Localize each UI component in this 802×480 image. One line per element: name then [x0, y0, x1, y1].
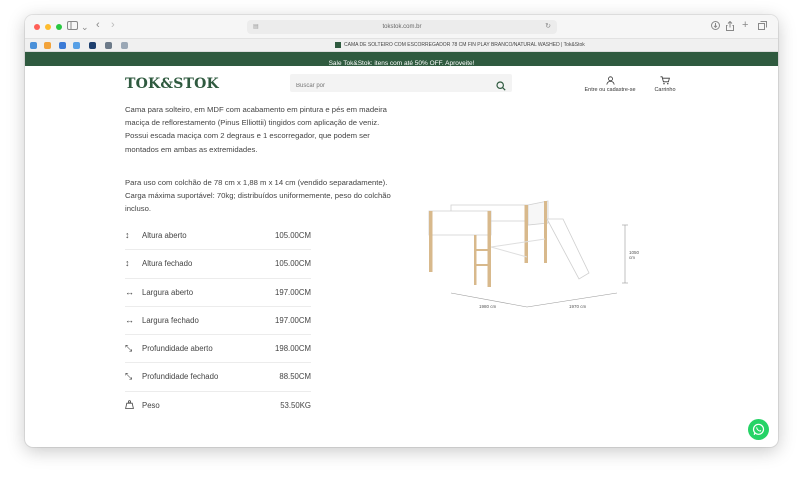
spec-row: ↕ Altura aberto 105.00CM — [125, 222, 311, 251]
bed-illustration — [428, 200, 628, 308]
spec-label: Altura fechado — [142, 259, 193, 269]
user-icon — [577, 76, 643, 85]
cart-label: Carrinho — [654, 87, 676, 93]
product-description-2: Para uso com colchão de 78 cm x 1,88 m x… — [125, 178, 391, 214]
favorite-icon[interactable] — [59, 42, 66, 49]
horizontal-arrows-icon: ↔ — [125, 286, 134, 297]
favorite-icon[interactable] — [105, 42, 112, 49]
address-bar[interactable]: ▤ tokstok.com.br ↻ — [247, 20, 557, 34]
promo-banner: Sale Tok&Stok: itens com até 50% OFF. Ap… — [25, 52, 778, 67]
favorite-icon[interactable] — [44, 42, 51, 49]
tokstok-favicon — [335, 41, 341, 48]
spec-label: Largura aberto — [142, 287, 194, 297]
zoom-window-button[interactable] — [56, 24, 62, 30]
active-tab[interactable]: CAMA DE SOLTEIRO COM ESCORREGADOR 78 CM … — [335, 39, 585, 52]
product-dimension-drawing: 1050 cm 1980 cm 1970 cm — [423, 195, 639, 315]
cart-icon — [649, 76, 681, 85]
back-icon[interactable]: ‹ — [96, 19, 100, 31]
spec-value: 88.50CM — [279, 372, 311, 382]
account-label: Entre ou cadastre-se — [584, 87, 636, 93]
cart-link[interactable]: Carrinho — [649, 76, 681, 93]
spec-value: 197.00CM — [275, 287, 311, 297]
favorite-icon[interactable] — [89, 42, 96, 49]
search-icon[interactable] — [496, 78, 506, 96]
diagonal-arrows-icon: ⤡ — [125, 343, 133, 354]
close-window-button[interactable] — [34, 24, 40, 30]
spec-value: 198.00CM — [275, 344, 311, 354]
product-description-1: Cama para solteiro, em MDF com acabament… — [125, 105, 387, 154]
new-tab-icon[interactable]: + — [742, 19, 748, 31]
search-bar — [290, 74, 512, 95]
weight-icon — [125, 400, 135, 411]
spec-label: Peso — [142, 400, 160, 410]
favorite-icon[interactable] — [73, 42, 80, 49]
site-header: TOK&STOK Entre ou cadastre-se Carrinho — [25, 66, 778, 104]
spec-row: ↕ Altura fechado 105.00CM — [125, 250, 311, 279]
spec-row: Peso 53.50KG — [125, 392, 311, 420]
spec-label: Altura aberto — [142, 231, 187, 240]
spec-label: Profundidade fechado — [142, 372, 219, 382]
spec-row: ⤡ Profundidade aberto 198.00CM — [125, 335, 311, 364]
search-input[interactable] — [290, 77, 480, 95]
spec-label: Profundidade aberto — [142, 344, 213, 354]
account-link[interactable]: Entre ou cadastre-se — [577, 76, 643, 93]
reload-icon[interactable]: ↻ — [545, 20, 551, 34]
chevron-down-icon[interactable]: ⌄ — [81, 21, 89, 33]
minimize-window-button[interactable] — [45, 24, 51, 30]
browser-toolbar: ⌄ ‹ › ▤ tokstok.com.br ↻ + — [25, 15, 778, 39]
spec-value: 53.50KG — [280, 400, 311, 410]
window-controls — [34, 24, 62, 30]
height-dimension-label: 1050 cm — [629, 250, 640, 260]
spec-value: 105.00CM — [275, 259, 311, 269]
spec-value: 197.00CM — [275, 315, 311, 325]
share-icon[interactable] — [726, 20, 734, 34]
url-text: tokstok.com.br — [382, 24, 422, 30]
favorite-icon[interactable] — [121, 42, 128, 49]
vertical-arrows-icon: ↕ — [125, 230, 130, 240]
tokstok-logo[interactable]: TOK&STOK — [125, 76, 219, 92]
tab-title-text: CAMA DE SOLTEIRO COM ESCORREGADOR 78 CM … — [344, 42, 585, 48]
forward-icon[interactable]: › — [111, 19, 115, 31]
sidebar-icon[interactable] — [67, 21, 78, 33]
download-icon[interactable] — [711, 21, 720, 33]
spec-row: ↔ Largura fechado 197.00CM — [125, 307, 311, 336]
browser-window: ⌄ ‹ › ▤ tokstok.com.br ↻ + CAMA DE SOLTE… — [25, 15, 778, 447]
depth-dimension-label: 1970 cm — [569, 304, 587, 309]
horizontal-arrows-icon: ↔ — [125, 314, 134, 325]
diagonal-arrows-icon: ⤡ — [125, 371, 133, 382]
page-settings-icon[interactable]: ▤ — [253, 20, 259, 34]
whatsapp-icon — [752, 423, 765, 435]
spec-label: Largura fechado — [142, 315, 199, 325]
whatsapp-button[interactable] — [748, 419, 769, 440]
spec-row: ⤡ Profundidade fechado 88.50CM — [125, 363, 311, 392]
spec-row: ↔ Largura aberto 197.00CM — [125, 279, 311, 307]
width-dimension-label: 1980 cm — [479, 304, 497, 309]
vertical-arrows-icon: ↕ — [125, 258, 130, 269]
spec-value: 105.00CM — [275, 231, 311, 240]
spec-list: ↕ Altura aberto 105.00CM ↕ Altura fechad… — [125, 222, 311, 420]
favorite-icon[interactable] — [30, 42, 37, 49]
tab-strip: CAMA DE SOLTEIRO COM ESCORREGADOR 78 CM … — [25, 39, 778, 52]
tab-overview-icon[interactable] — [758, 21, 767, 33]
